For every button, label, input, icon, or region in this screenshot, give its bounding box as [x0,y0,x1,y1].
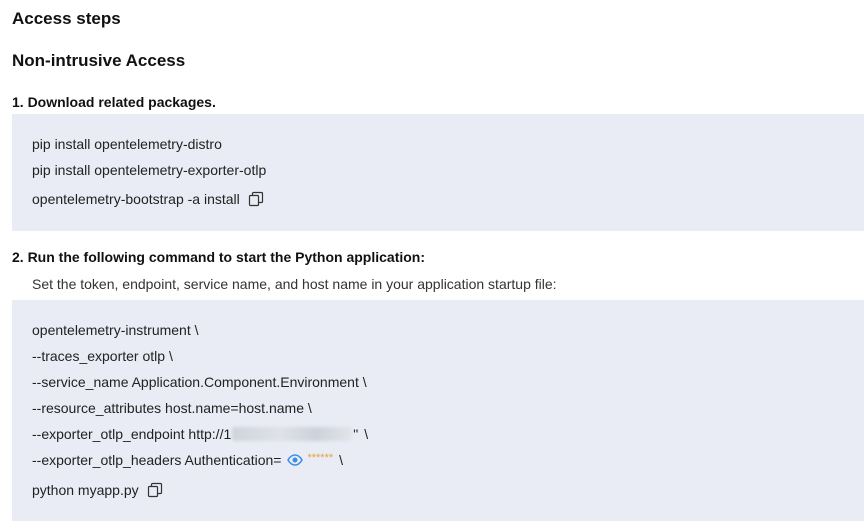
code-line: opentelemetry-bootstrap -a install [32,191,264,207]
copy-icon[interactable] [147,482,163,498]
code-line: --resource_attributes host.name=host.nam… [32,400,312,416]
step-1-code-block: pip install opentelemetry-distro pip ins… [12,114,864,231]
code-text: --traces_exporter otlp \ [32,348,173,364]
code-text: opentelemetry-instrument \ [32,322,199,338]
code-line: pip install opentelemetry-exporter-otlp [32,162,266,178]
step-1-heading: 1. Download related packages. [12,94,216,110]
access-steps-page: Access steps Non-intrusive Access 1. Dow… [0,0,864,530]
code-line: --traces_exporter otlp \ [32,348,173,364]
copy-icon[interactable] [248,191,264,207]
code-line: --service_name Application.Component.Env… [32,374,367,390]
step-2-heading: 2. Run the following command to start th… [12,249,426,265]
step-2-code-block: opentelemetry-instrument \ --traces_expo… [12,300,864,521]
code-text: python myapp.py [32,482,139,498]
code-line: python myapp.py [32,482,163,498]
endpoint-quote: " [353,426,359,442]
code-text: --service_name Application.Component.Env… [32,374,367,390]
step-2-description: Set the token, endpoint, service name, a… [32,276,557,292]
code-line: --exporter_otlp_endpoint http://1 " \ [32,426,368,442]
code-text: pip install opentelemetry-distro [32,136,222,152]
code-line: opentelemetry-instrument \ [32,322,199,338]
section-title: Non-intrusive Access [12,51,186,70]
code-line: pip install opentelemetry-distro [32,136,222,152]
code-text: --resource_attributes host.name=host.nam… [32,400,312,416]
eye-icon[interactable] [287,452,304,468]
code-line: --exporter_otlp_headers Authentication= … [32,452,343,468]
line-continuation: \ [364,426,369,442]
code-text: --exporter_otlp_headers Authentication= [32,452,282,468]
masked-token: ****** [307,452,334,464]
code-text: opentelemetry-bootstrap -a install [32,191,240,207]
code-text: pip install opentelemetry-exporter-otlp [32,162,267,178]
masked-endpoint-value [232,427,353,441]
line-continuation: \ [339,452,344,468]
code-text: --exporter_otlp_endpoint http://1 [32,426,232,442]
page-title: Access steps [12,9,121,28]
